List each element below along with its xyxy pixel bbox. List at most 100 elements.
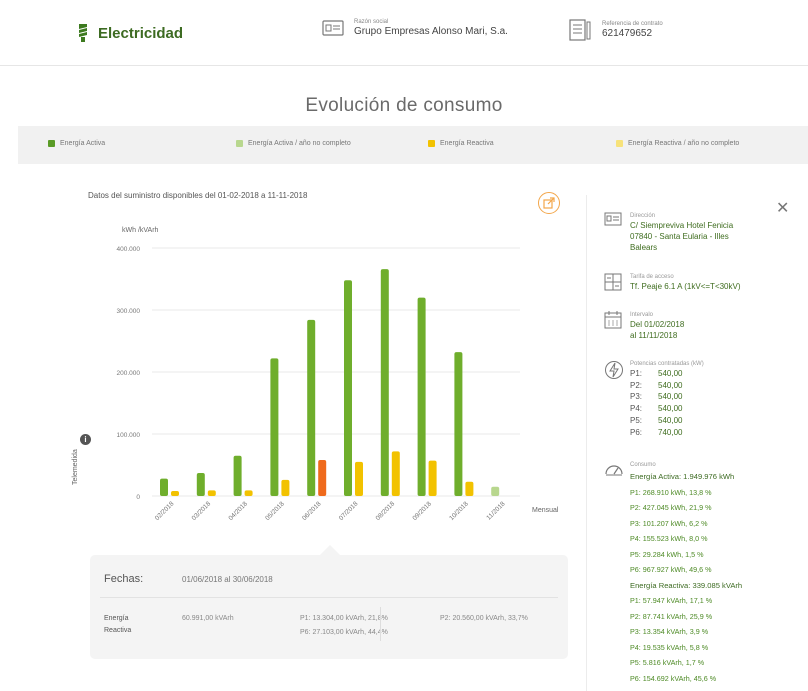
gauge-icon — [604, 461, 623, 686]
x-tick-label: 11/2018 — [485, 500, 506, 521]
y-tick-label: 200.000 — [117, 370, 141, 377]
divider — [100, 597, 558, 598]
consumo-line: P4: 155.523 kWh, 8,0 % — [630, 534, 708, 543]
consumo-line: P2: 427.045 kWh, 21,9 % — [630, 503, 712, 512]
x-tick-label: 09/2018 — [411, 500, 433, 522]
info-icon[interactable]: i — [80, 434, 91, 445]
intervalo-block: Intervalo Del 01/02/2018 al 11/11/2018 — [604, 311, 684, 341]
page-title: Evolución de consumo — [305, 95, 503, 116]
x-tick-label: 08/2018 — [375, 500, 397, 522]
x-tick-label: 02/2018 — [154, 500, 176, 522]
intervalo-line: al 11/11/2018 — [630, 331, 678, 340]
x-axis-label: Mensual — [532, 507, 559, 514]
potencia-value: 540,00 — [658, 392, 683, 402]
chart-header: Datos del suministro disponibles del 01-… — [88, 191, 308, 200]
consumo-line: Energía Reactiva: 339.085 kVArh — [630, 580, 743, 590]
id-card-icon — [322, 20, 344, 36]
intervalo-caption: Intervalo — [630, 312, 654, 318]
detail-energy-label: Energía Reactiva — [104, 613, 131, 637]
bar-energia-activa — [454, 352, 463, 496]
direccion-line: Balears — [630, 243, 658, 252]
contrato-value: 621479652 — [602, 28, 653, 39]
contrato-block: Referencia de contrato 621479652 — [568, 18, 663, 42]
y-tick-label: 0 — [136, 494, 140, 501]
bar-energia-activa — [344, 280, 352, 496]
legend-label: Energía Activa / año no completo — [248, 140, 351, 147]
detail-p1: P1: 13.304,00 kVArh, 21,8% — [300, 615, 388, 622]
detail-energy-label-2: Reactiva — [104, 627, 132, 634]
consumo-caption: Consumo — [630, 462, 656, 468]
potencias-block: Potencias contratadas (kW) P1: 540,00 P2:… — [604, 360, 704, 438]
consumo-line: P4: 19.535 kVArh, 5,8 % — [630, 642, 709, 652]
potencias-caption: Potencias contratadas (kW) — [630, 361, 704, 367]
consumo-line: P1: 268.910 kWh, 13,8 % — [630, 487, 712, 497]
consumo-line: P5: 29.284 kWh, 1,5 % — [630, 549, 704, 559]
bar-energia-activa — [380, 269, 389, 496]
bar-energia-activa — [307, 319, 316, 496]
x-tick-label: 04/2018 — [227, 500, 249, 522]
x-tick-label: 10/2018 — [448, 500, 470, 522]
detail-panel: Fechas: 01/06/2018 al 30/06/2018 Energía… — [90, 555, 568, 659]
potencia-key: P6: — [630, 427, 643, 437]
razon-social-block: Razón social Grupo Empresas Alonso Mari,… — [322, 18, 508, 38]
y-tick-label: 100.000 — [117, 432, 141, 439]
potencia-row: P3: 540,00 — [630, 391, 704, 403]
legend-label: Energía Activa — [60, 140, 106, 147]
y-tick-label: 400.000 — [117, 246, 141, 253]
bar-energia-reactiva — [355, 461, 363, 496]
brand: Electricidad — [78, 22, 183, 44]
legend-label: Energía Reactiva — [440, 140, 494, 147]
document-icon — [568, 18, 592, 42]
calendar-icon — [604, 311, 622, 341]
close-icon[interactable]: ✕ — [776, 198, 789, 218]
legend-item-reactiva-incompleto[interactable]: Energía Reactiva / año no completo — [616, 140, 739, 147]
bar-energia-reactiva — [171, 491, 179, 496]
tarifa-block: Tarifa de acceso Tf. Peaje 6.1 A (1kV<=T… — [604, 273, 741, 296]
detail-pointer — [320, 545, 340, 555]
export-button[interactable] — [538, 192, 560, 214]
detail-p2: P2: 20.560,00 kVArh, 33,7% — [440, 615, 528, 622]
app-header: Electricidad Razón social Grupo Empresas… — [0, 0, 808, 66]
legend-swatch — [428, 140, 435, 147]
lightbulb-icon — [78, 22, 88, 44]
calculator-icon — [604, 273, 622, 296]
legend-item-activa[interactable]: Energía Activa — [48, 140, 105, 147]
tarifa-value: Tf. Peaje 6.1 A (1kV<=T<30kV) — [630, 282, 741, 291]
x-tick-label: 06/2018 — [301, 500, 323, 522]
consumo-line: Energía Activa: 1.949.976 kWh — [630, 472, 735, 481]
detail-energy-label-1: Energía — [104, 615, 129, 622]
bar-energia-activa — [160, 478, 168, 496]
power-icon — [604, 360, 623, 438]
legend-label: Energía Reactiva / año no completo — [628, 140, 740, 147]
potencia-row: P4: 540,00 — [630, 403, 704, 415]
potencia-key: P2: — [630, 380, 643, 390]
potencia-key: P3: — [630, 392, 643, 402]
direccion-caption: Dirección — [630, 213, 656, 219]
potencia-value: 740,00 — [658, 427, 683, 437]
bar-energia-reactiva — [281, 479, 290, 496]
contrato-caption: Referencia de contrato — [602, 21, 663, 27]
legend-bar: Energía Activa Energía Activa / año no c… — [18, 126, 808, 164]
bar-energia-activa — [417, 297, 426, 496]
bar-energia-reactiva — [391, 451, 400, 496]
detail-p6: P6: 27.103,00 kVArh, 44,4% — [300, 629, 388, 636]
potencia-row: P2: 540,00 — [630, 380, 704, 392]
chart-side-label: Telemedida — [72, 449, 79, 485]
legend-swatch — [236, 140, 243, 147]
x-tick-label: 03/2018 — [191, 500, 213, 522]
bar-energia-activa — [196, 473, 205, 496]
potencia-row: P5: 540,00 — [630, 415, 704, 427]
bar-energia-activa — [233, 455, 242, 496]
consumo-line: P1: 57.947 kVArh, 17,1 % — [630, 596, 713, 605]
legend-item-activa-incompleto[interactable]: Energía Activa / año no completo — [236, 140, 351, 147]
potencia-key: P1: — [630, 369, 643, 378]
legend-swatch — [616, 140, 623, 147]
bar-energia-reactiva — [207, 490, 216, 496]
detail-range: 01/06/2018 al 30/06/2018 — [182, 575, 273, 584]
tarifa-caption: Tarifa de acceso — [630, 274, 674, 280]
legend-item-reactiva[interactable]: Energía Reactiva — [428, 140, 494, 147]
razon-social-value: Grupo Empresas Alonso Mari, S.a. — [354, 26, 508, 37]
potencia-row: P1: 540,00 — [630, 368, 704, 380]
x-tick-label: 07/2018 — [338, 500, 360, 522]
consumo-line: P6: 154.692 kVArh, 45,6 % — [630, 673, 717, 683]
